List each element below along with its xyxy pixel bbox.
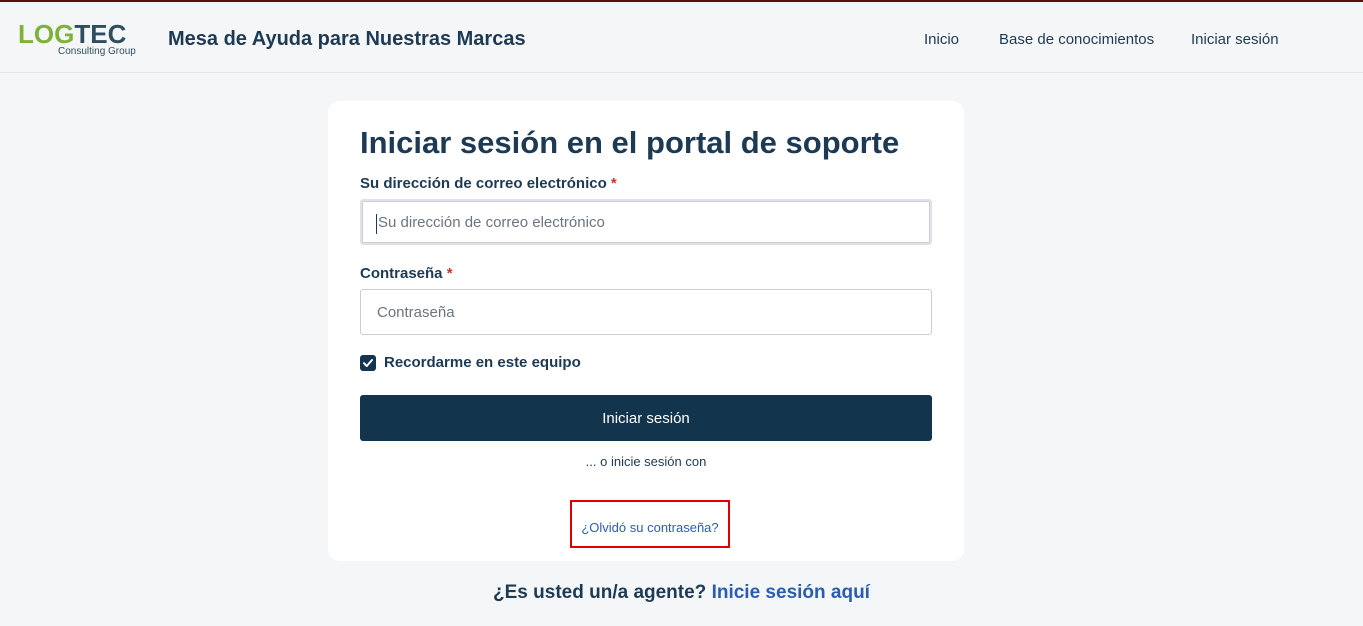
password-required-mark: * [446, 265, 453, 282]
agent-question: ¿Es usted un/a agente? [493, 582, 707, 603]
logo-part-log: LOG [18, 19, 75, 49]
site-header: LOGTEC Consulting Group Mesa de Ayuda pa… [0, 2, 1363, 73]
forgot-password-highlight: ¿Olvidó su contraseña? [570, 500, 730, 548]
password-label: Contraseña * [360, 265, 453, 282]
alt-login-text: ... o inicie sesión con [585, 454, 707, 469]
remember-label[interactable]: Recordarme en este equipo [384, 354, 581, 371]
password-label-text: Contraseña [360, 265, 443, 282]
logtec-logo[interactable]: LOGTEC Consulting Group [18, 19, 143, 61]
login-title: Iniciar sesión en el portal de soporte [360, 125, 900, 160]
login-submit-button[interactable]: Iniciar sesión [360, 395, 932, 441]
email-input[interactable] [360, 199, 932, 245]
nav-inicio[interactable]: Inicio [924, 31, 959, 48]
agent-login-prompt: ¿Es usted un/a agente? Inicie sesión aqu… [0, 582, 1363, 604]
logo-wordmark: LOGTEC [18, 19, 126, 49]
text-caret [376, 214, 377, 234]
nav-iniciar-sesion[interactable]: Iniciar sesión [1191, 31, 1279, 48]
portal-title[interactable]: Mesa de Ayuda para Nuestras Marcas [168, 28, 526, 51]
email-label: Su dirección de correo electrónico * [360, 175, 617, 192]
email-required-mark: * [610, 175, 617, 192]
remember-checkbox[interactable] [360, 355, 376, 371]
nav-base-de-conocimientos[interactable]: Base de conocimientos [999, 31, 1154, 48]
password-input[interactable] [360, 289, 932, 335]
forgot-password-link[interactable]: ¿Olvidó su contraseña? [572, 520, 728, 535]
checkmark-icon [363, 359, 373, 367]
email-label-text: Su dirección de correo electrónico [360, 175, 607, 192]
login-card: Iniciar sesión en el portal de soporte S… [328, 101, 964, 561]
logo-part-tec: TEC [74, 19, 127, 49]
logo-tagline: Consulting Group [58, 46, 136, 57]
agent-login-link[interactable]: Inicie sesión aquí [712, 582, 870, 603]
